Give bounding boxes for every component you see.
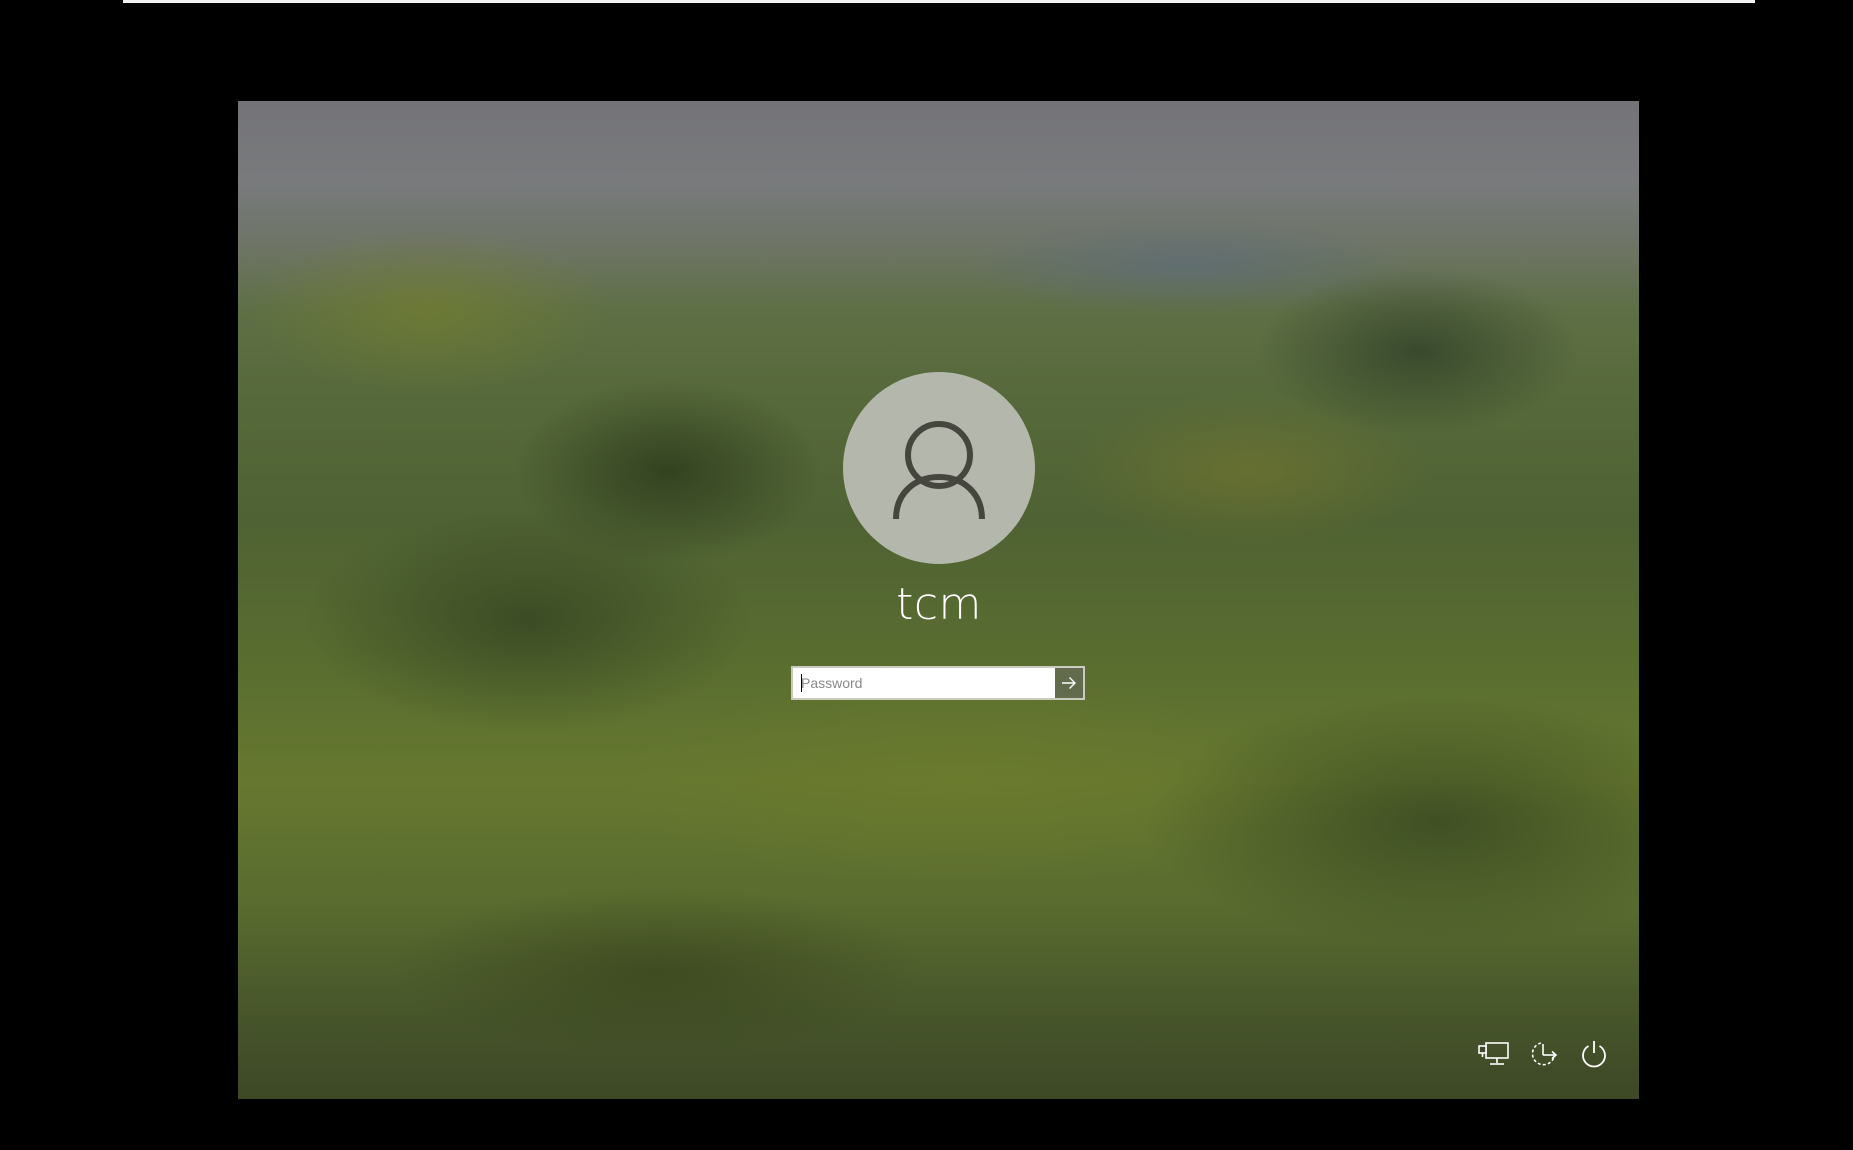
- power-button[interactable]: [1576, 1036, 1612, 1072]
- password-input[interactable]: [793, 668, 1055, 698]
- arrow-right-icon: [1062, 677, 1076, 689]
- user-avatar: [843, 372, 1035, 564]
- network-button[interactable]: [1476, 1036, 1512, 1072]
- submit-button[interactable]: [1055, 668, 1083, 698]
- power-icon: [1582, 1041, 1606, 1068]
- user-silhouette-icon: [893, 421, 985, 520]
- username-label: tcm: [896, 579, 982, 630]
- lock-screen: tcm: [238, 101, 1639, 1099]
- top-edge-strip: [123, 0, 1755, 3]
- text-caret: [801, 674, 802, 692]
- password-box: [791, 666, 1085, 700]
- ease-of-access-button[interactable]: [1526, 1036, 1562, 1072]
- ease-of-access-icon: [1531, 1042, 1558, 1066]
- lock-screen-corner-controls: [1476, 1036, 1626, 1072]
- network-icon: [1478, 1042, 1509, 1065]
